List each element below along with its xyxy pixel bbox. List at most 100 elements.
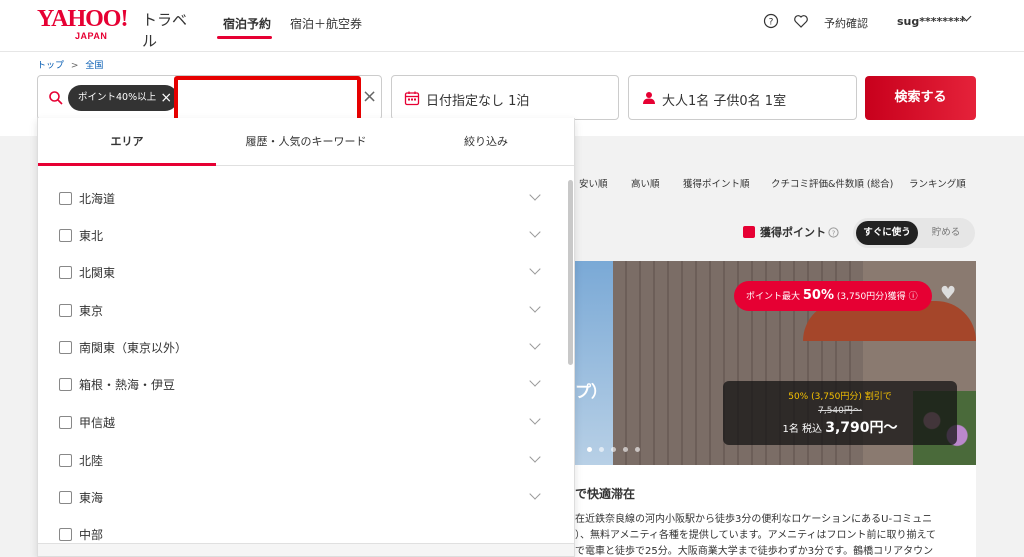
checkbox[interactable] — [59, 378, 72, 391]
checkbox[interactable] — [59, 416, 72, 429]
breadcrumb-sep: > — [70, 61, 79, 71]
carousel-dot[interactable] — [635, 447, 640, 452]
sort-ranking[interactable]: ランキング順 — [909, 176, 966, 190]
area-dropdown: エリア 履歴・人気のキーワード 絞り込み 北海道 東北 北関東 東京 南関東（東… — [37, 118, 575, 557]
svg-text:?: ? — [832, 229, 836, 237]
area-item-minamikanto[interactable]: 南関東（東京以外） — [38, 329, 568, 367]
chevron-down-icon[interactable] — [529, 413, 541, 425]
tab-history-keywords[interactable]: 履歴・人気のキーワード — [216, 118, 396, 166]
hotel-desc-line: 在近鉄奈良線の河内小阪駅から徒歩3分の便利なロケーションにあるU-コミュニ — [575, 514, 933, 525]
price-box: 50% (3,750円分) 割引で 7,540円〜 1名 税込 3,790円〜 — [723, 381, 957, 445]
area-label: 中部 — [79, 528, 104, 542]
area-item-tokai[interactable]: 東海 — [38, 479, 568, 517]
points-promo-badge: ポイント最大 50% (3,750円分)獲得 ⓘ — [734, 281, 932, 311]
yahoo-travel-logo[interactable]: YAHOO! JAPAN トラベル — [37, 6, 197, 50]
filter-chip-label: ポイント40%以上 — [78, 92, 157, 103]
area-item-hokuriku[interactable]: 北陸 — [38, 442, 568, 480]
checkbox[interactable] — [59, 266, 72, 279]
chevron-down-icon[interactable] — [529, 189, 541, 201]
date-label: 日付指定なし 1泊 — [426, 94, 530, 109]
info-icon: ⓘ — [908, 292, 918, 302]
photo-caption: プ） — [575, 382, 608, 401]
close-icon[interactable]: × — [160, 85, 172, 111]
clear-icon[interactable]: × — [362, 86, 377, 107]
area-label: 東北 — [79, 229, 104, 243]
promo-prefix: ポイント最大 — [746, 292, 801, 302]
carousel-dot[interactable] — [587, 447, 592, 452]
checkbox[interactable] — [59, 341, 72, 354]
favorite-heart-icon[interactable]: ♥ — [940, 283, 956, 304]
chevron-down-icon[interactable] — [529, 301, 541, 313]
dropdown-scrollbar[interactable] — [568, 180, 573, 365]
logo-travel: トラベル — [142, 11, 188, 50]
carousel-dot[interactable] — [623, 447, 628, 452]
points-label: 獲得ポイント — [760, 226, 826, 239]
carousel-dots — [587, 437, 647, 456]
area-label: 南関東（東京以外） — [79, 341, 188, 355]
chevron-down-icon[interactable] — [529, 263, 541, 275]
sort-reviews[interactable]: クチコミ評価&件数順 (総合) — [771, 176, 893, 190]
area-label: 箱根・熱海・伊豆 — [79, 378, 176, 392]
area-item-tohoku[interactable]: 東北 — [38, 217, 568, 255]
person-icon — [643, 92, 655, 104]
promo-suffix: (3,750円分)獲得 — [836, 292, 906, 302]
filter-chip[interactable]: ポイント40%以上 × — [68, 85, 179, 111]
hotel-desc-line: で電車と徒歩で25分。大阪商業大学まで徒歩わずか3分です。鶴橋コリアタウン — [575, 546, 934, 557]
discount-line: 50% (3,750円分) 割引で — [788, 392, 892, 402]
calendar-icon — [404, 91, 420, 106]
tab-filter[interactable]: 絞り込み — [396, 118, 574, 166]
logo-sub: JAPAN — [75, 31, 108, 41]
area-item-kitakanto[interactable]: 北関東 — [38, 254, 568, 292]
search-icon — [49, 91, 63, 105]
chevron-down-icon[interactable] — [529, 375, 541, 387]
user-menu[interactable]: sug******** — [897, 15, 965, 28]
breadcrumb-all[interactable]: 全国 — [85, 61, 103, 71]
dropdown-footer — [38, 543, 574, 556]
tab-active-underline — [38, 163, 216, 166]
hotel-card-title[interactable]: で快適滞在 — [575, 485, 635, 502]
chevron-down-icon[interactable] — [529, 338, 541, 350]
current-price: 1名 税込 3,790円〜 — [723, 417, 957, 437]
sort-cheap[interactable]: 安い順 — [579, 176, 608, 190]
checkbox[interactable] — [59, 491, 72, 504]
checkbox[interactable] — [59, 229, 72, 242]
points-save[interactable]: 貯める — [920, 221, 972, 245]
promo-percent: 50% — [802, 288, 835, 303]
search-button[interactable]: 検索する — [865, 76, 976, 120]
area-item-hokkaido[interactable]: 北海道 — [38, 180, 568, 218]
checkbox[interactable] — [59, 454, 72, 467]
checkbox[interactable] — [59, 304, 72, 317]
breadcrumb: トップ > 全国 — [37, 58, 107, 71]
carousel-dot[interactable] — [611, 447, 616, 452]
chevron-down-icon[interactable] — [529, 488, 541, 500]
hotel-desc-line: ）、無料アメニティ各種を提供しています。アメニティはフロント前に取り揃えて — [575, 530, 936, 541]
checkbox[interactable] — [59, 528, 72, 541]
area-item-koshinetsu[interactable]: 甲信越 — [38, 404, 568, 442]
info-icon[interactable]: ? — [828, 227, 839, 238]
old-price: 7,540円〜 — [818, 406, 862, 416]
keyword-input[interactable] — [174, 76, 361, 122]
reservation-check-link[interactable]: 予約確認 — [824, 15, 868, 31]
area-item-hakone[interactable]: 箱根・熱海・伊豆 — [38, 366, 568, 404]
help-icon[interactable]: ? — [763, 13, 779, 29]
chevron-down-icon[interactable] — [529, 451, 541, 463]
chevron-down-icon[interactable] — [529, 226, 541, 238]
points-use-now[interactable]: すぐに使う — [856, 221, 918, 245]
guests-label: 大人1名 子供0名 1室 — [662, 94, 787, 109]
carousel-dot[interactable] — [599, 447, 604, 452]
area-label: 東海 — [79, 491, 104, 505]
sort-expensive[interactable]: 高い順 — [631, 176, 660, 190]
svg-text:?: ? — [769, 18, 774, 28]
tab-area[interactable]: エリア — [38, 118, 216, 166]
checkbox[interactable] — [59, 192, 72, 205]
breadcrumb-top[interactable]: トップ — [37, 61, 64, 71]
area-item-tokyo[interactable]: 東京 — [38, 292, 568, 330]
sort-points[interactable]: 獲得ポイント順 — [683, 176, 750, 190]
logo-main: YAHOO! — [37, 6, 128, 32]
area-label: 東京 — [79, 304, 104, 318]
nav-tab-hotel-flight[interactable]: 宿泊＋航空券 — [290, 15, 362, 39]
heart-icon[interactable] — [793, 13, 809, 29]
dropdown-tabs: エリア 履歴・人気のキーワード 絞り込み — [38, 118, 574, 166]
price-value: 3,790円〜 — [825, 420, 898, 436]
site-header: YAHOO! JAPAN トラベル 宿泊予約 宿泊＋航空券 ? 予約確認 sug… — [0, 0, 1024, 52]
